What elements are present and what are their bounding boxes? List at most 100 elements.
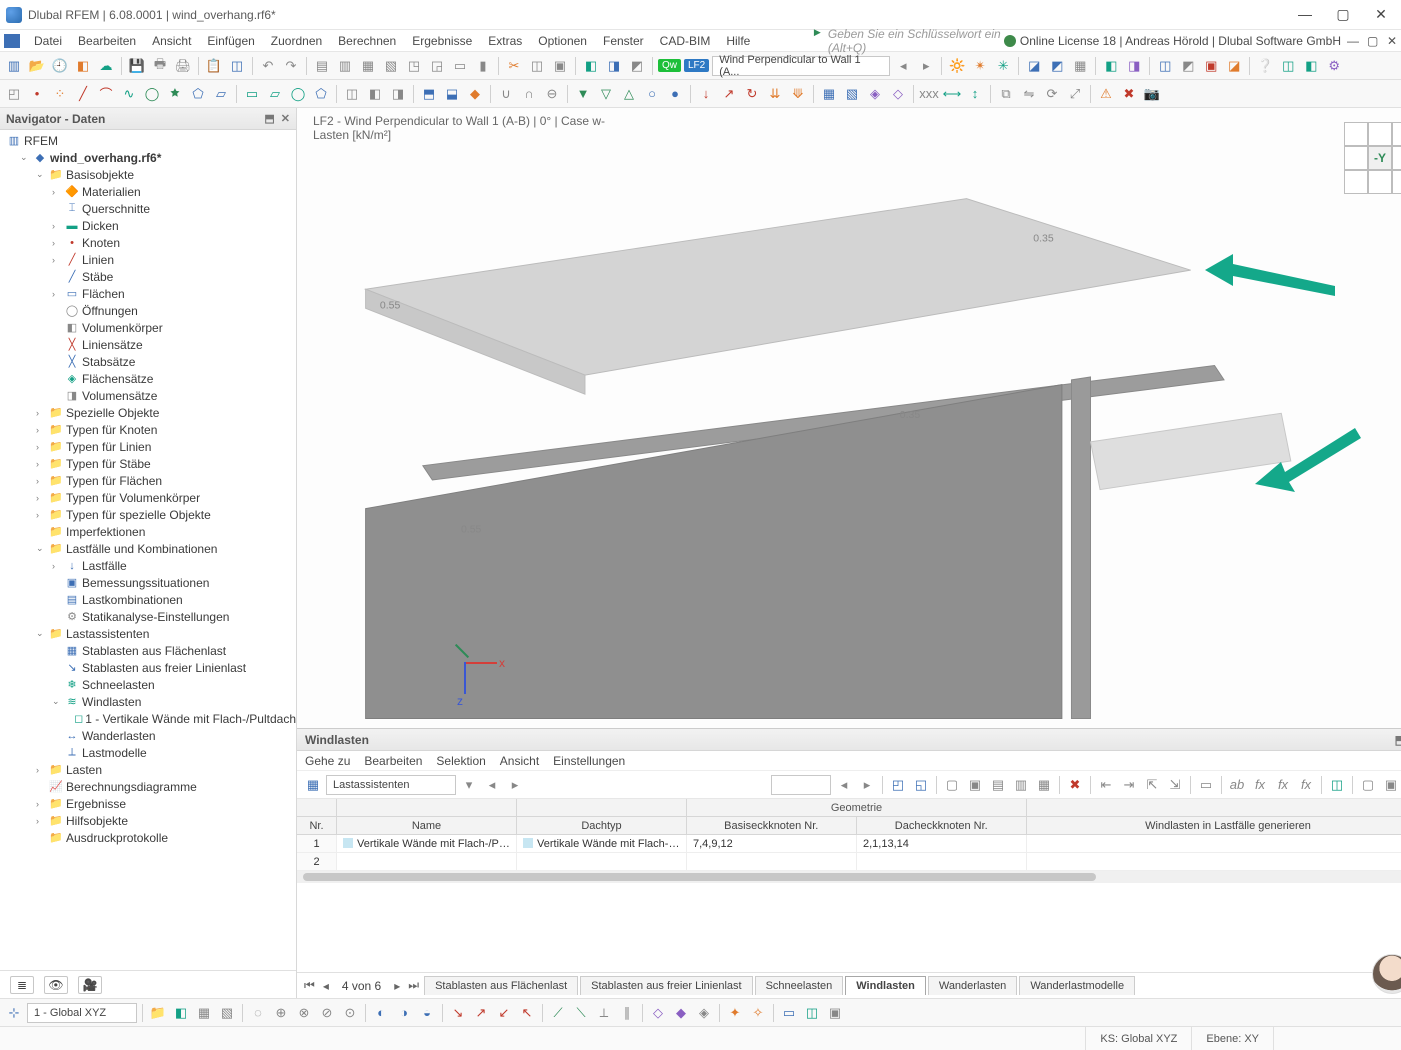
tabs-prev-icon[interactable]: ◂ xyxy=(320,979,332,993)
tree-item[interactable]: ›▬Dicken xyxy=(0,217,296,234)
cs-icon[interactable]: ⊹ xyxy=(4,1003,24,1023)
menu-ergebnisse[interactable]: Ergebnisse xyxy=(404,34,480,48)
iso-b-icon[interactable]: ◩ xyxy=(1047,56,1067,76)
force-b-icon[interactable]: ↗ xyxy=(719,84,739,104)
undo-icon[interactable]: ↶ xyxy=(258,56,278,76)
bool-c-icon[interactable]: ⊖ xyxy=(542,84,562,104)
wiz-f-icon[interactable]: ◪ xyxy=(1224,56,1244,76)
tree-item[interactable]: ›📁Hilfsobjekte xyxy=(0,812,296,829)
tree-item[interactable]: ›📁Typen für Volumenkörper xyxy=(0,489,296,506)
unk-b-icon[interactable]: ▣ xyxy=(550,56,570,76)
render-c-icon[interactable]: ◩ xyxy=(627,56,647,76)
tree-item[interactable]: ›🔶Materialien xyxy=(0,183,296,200)
bb-o1-icon[interactable]: ✦ xyxy=(725,1003,745,1023)
menu-zuordnen[interactable]: Zuordnen xyxy=(263,34,330,48)
surf-d-icon[interactable]: ⬠ xyxy=(311,84,331,104)
panel-e2-icon[interactable]: ▢ xyxy=(1358,775,1378,795)
bb-o2-icon[interactable]: ✧ xyxy=(748,1003,768,1023)
grid-b-icon[interactable]: ▥ xyxy=(335,56,355,76)
recent-icon[interactable]: 🕘 xyxy=(50,56,70,76)
tree-item[interactable]: ◧Volumenkörper xyxy=(0,319,296,336)
panel-drop-icon[interactable]: ▾ xyxy=(459,775,479,795)
panel-menu-item[interactable]: Bearbeiten xyxy=(364,754,422,768)
delete-icon[interactable]: ✖ xyxy=(1119,84,1139,104)
tree-item[interactable]: ›📁Typen für Knoten xyxy=(0,421,296,438)
print-icon[interactable]: 🖨 xyxy=(173,56,193,76)
tree-item[interactable]: ›📁Spezielle Objekte xyxy=(0,404,296,421)
tree-item[interactable]: ╳Stabsätze xyxy=(0,353,296,370)
panel-e1-icon[interactable]: ◫ xyxy=(1327,775,1347,795)
bb-p2-icon[interactable]: ◆ xyxy=(671,1003,691,1023)
panel-e3-icon[interactable]: ▣ xyxy=(1381,775,1401,795)
bool-a-icon[interactable]: ∪ xyxy=(496,84,516,104)
support-a-icon[interactable]: ▼ xyxy=(573,84,593,104)
table-row[interactable]: 1Vertikale Wände mit Flach-/PultdachVert… xyxy=(297,835,1401,853)
tree-item[interactable]: ⌄≋Windlasten xyxy=(0,693,296,710)
grid-d-icon[interactable]: ▧ xyxy=(381,56,401,76)
tree-item[interactable]: ›📁Typen für Stäbe xyxy=(0,455,296,472)
res-a-icon[interactable]: ◈ xyxy=(865,84,885,104)
render-a-icon[interactable]: ◧ xyxy=(581,56,601,76)
model-icon[interactable]: ◧ xyxy=(73,56,93,76)
grid-c-icon[interactable]: ▦ xyxy=(358,56,378,76)
next-lc-icon[interactable]: ▸ xyxy=(916,56,936,76)
tree-item[interactable]: ›↓Lastfälle xyxy=(0,557,296,574)
load-a-icon[interactable]: ⇊ xyxy=(765,84,785,104)
bb-g4-icon[interactable]: ∥ xyxy=(617,1003,637,1023)
force-c-icon[interactable]: ↻ xyxy=(742,84,762,104)
menu-datei[interactable]: Datei xyxy=(26,34,70,48)
wiz-e-icon[interactable]: ▣ xyxy=(1201,56,1221,76)
cubes-a-icon[interactable]: ◫ xyxy=(1278,56,1298,76)
bb-snap5-icon[interactable]: ⊙ xyxy=(340,1003,360,1023)
tree-item[interactable]: ↔Wanderlasten xyxy=(0,727,296,744)
panel-tab[interactable]: Wanderlasten xyxy=(928,976,1017,995)
cubes-b-icon[interactable]: ◧ xyxy=(1301,56,1321,76)
bb-g2-icon[interactable]: ⟍ xyxy=(571,1003,591,1023)
panel-menu-item[interactable]: Ansicht xyxy=(500,754,539,768)
tree-item[interactable]: ◻1 - Vertikale Wände mit Flach-/Pultdach xyxy=(0,710,296,727)
redo-icon[interactable]: ↷ xyxy=(281,56,301,76)
scale-icon[interactable]: ⤢ xyxy=(1065,84,1085,104)
sel-a-icon[interactable]: ◰ xyxy=(4,84,24,104)
lf2-badge[interactable]: LF2 xyxy=(684,59,709,72)
iso-c-icon[interactable]: ▦ xyxy=(1070,56,1090,76)
viewport[interactable]: LF2 - Wind Perpendicular to Wall 1 (A-B)… xyxy=(297,108,1401,728)
vol-a-icon[interactable]: ◫ xyxy=(342,84,362,104)
menu-bearbeiten[interactable]: Bearbeiten xyxy=(70,34,144,48)
navigator-tree[interactable]: ▥ RFEM ⌄ ◆ wind_overhang.rf6* ⌄📁Basisobj… xyxy=(0,130,296,970)
help-icon[interactable]: ❔ xyxy=(1255,56,1275,76)
bb-p1-icon[interactable]: ◇ xyxy=(648,1003,668,1023)
bb-d-icon[interactable]: ▧ xyxy=(217,1003,237,1023)
table-hscroll[interactable] xyxy=(297,871,1401,883)
tree-item[interactable]: ⟂Lastmodelle xyxy=(0,744,296,761)
bb-mode2-icon[interactable]: ◑ xyxy=(394,1003,414,1023)
unk-a-icon[interactable]: ◫ xyxy=(527,56,547,76)
bb-mode1-icon[interactable]: ◐ xyxy=(371,1003,391,1023)
bb-dir1-icon[interactable]: ↘ xyxy=(448,1003,468,1023)
panel-out-d-icon[interactable]: ⇲ xyxy=(1165,775,1185,795)
panel-fx3-icon[interactable]: fx xyxy=(1273,775,1293,795)
render-b-icon[interactable]: ◨ xyxy=(604,56,624,76)
bb-snap2-icon[interactable]: ⊕ xyxy=(271,1003,291,1023)
bb-snap4-icon[interactable]: ⊘ xyxy=(317,1003,337,1023)
tree-item[interactable]: ◨Volumensätze xyxy=(0,387,296,404)
panel-menu-item[interactable]: Selektion xyxy=(436,754,485,768)
prev-lc-icon[interactable]: ◂ xyxy=(893,56,913,76)
force-a-icon[interactable]: ↓ xyxy=(696,84,716,104)
bb-snap1-icon[interactable]: ◌ xyxy=(248,1003,268,1023)
bb-end1-icon[interactable]: ▭ xyxy=(779,1003,799,1023)
table-row[interactable]: 2 xyxy=(297,853,1401,871)
iso-a-icon[interactable]: ◪ xyxy=(1024,56,1044,76)
panel-fx2-icon[interactable]: fx xyxy=(1250,775,1270,795)
warn-icon[interactable]: ⚠ xyxy=(1096,84,1116,104)
line-b-icon[interactable]: ⌒ xyxy=(96,84,116,104)
project-icon[interactable]: 📋 xyxy=(204,56,224,76)
panel-g5-icon[interactable]: ▦ xyxy=(1034,775,1054,795)
keyword-search[interactable]: Geben Sie ein Schlüsselwort ein (Alt+Q) xyxy=(814,27,1004,55)
camera-icon[interactable]: 📷 xyxy=(1142,84,1162,104)
panel-del-icon[interactable]: ✖ xyxy=(1065,775,1085,795)
vol-c-icon[interactable]: ◨ xyxy=(388,84,408,104)
tree-item[interactable]: ›•Knoten xyxy=(0,234,296,251)
panel-nav-a-icon[interactable]: ◂ xyxy=(834,775,854,795)
calc-a-icon[interactable]: 🔆 xyxy=(947,56,967,76)
